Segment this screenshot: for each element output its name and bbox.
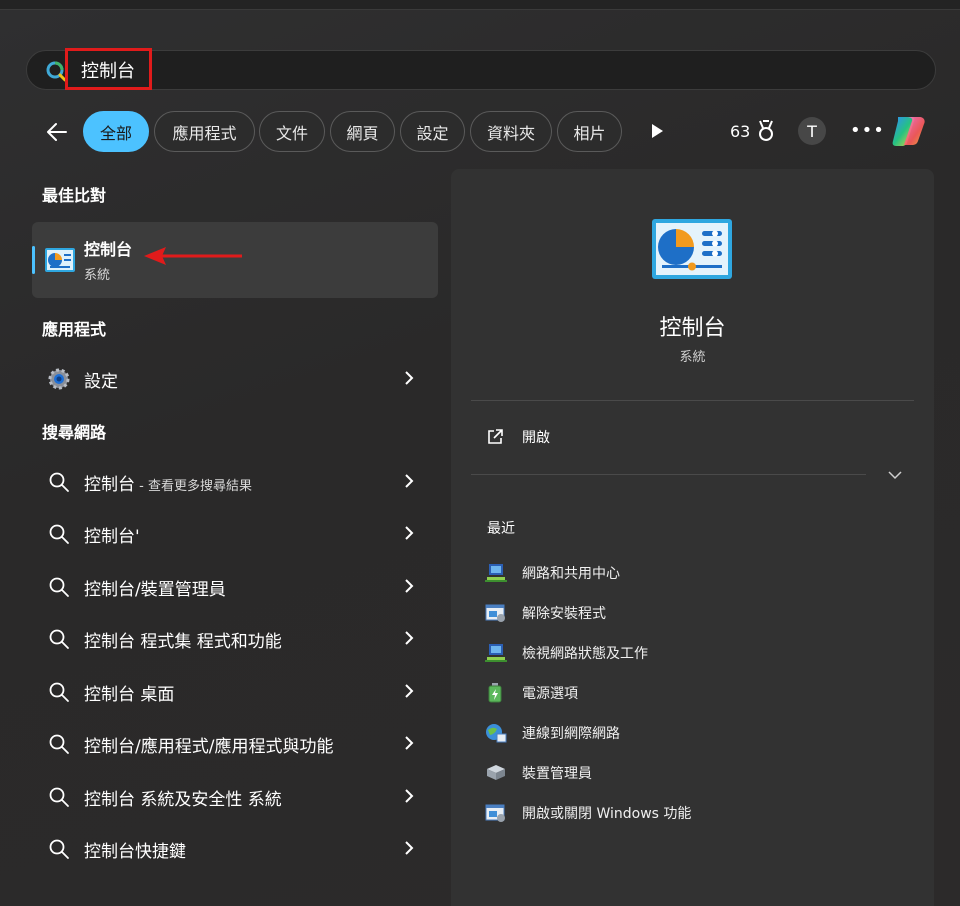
web-result-label: 控制台 程式集 程式和功能 bbox=[84, 632, 282, 652]
chevron-right-icon[interactable] bbox=[404, 370, 414, 386]
chevron-right-icon[interactable] bbox=[404, 788, 414, 804]
detail-panel bbox=[451, 169, 934, 906]
window-top-strip bbox=[0, 0, 960, 10]
recent-item-label: 開啟或關閉 Windows 功能 bbox=[522, 806, 692, 822]
avatar[interactable]: T bbox=[798, 117, 826, 145]
tab-settings[interactable]: 設定 bbox=[400, 111, 465, 152]
chevron-right-icon[interactable] bbox=[404, 525, 414, 541]
control-panel-icon bbox=[652, 219, 732, 279]
globe-icon bbox=[486, 724, 507, 743]
tab-apps[interactable]: 應用程式 bbox=[154, 111, 255, 152]
recent-item[interactable]: 裝置管理員 bbox=[485, 761, 905, 785]
recent-item[interactable]: 電源選項 bbox=[485, 681, 905, 705]
network-icon bbox=[485, 564, 507, 582]
search-bar[interactable] bbox=[26, 50, 936, 90]
web-result-7[interactable]: 控制台快捷鍵 bbox=[32, 826, 438, 870]
rewards-medal-icon[interactable] bbox=[756, 120, 776, 142]
copilot-icon[interactable] bbox=[890, 113, 928, 149]
web-result-1[interactable]: 控制台' bbox=[32, 511, 438, 555]
search-icon bbox=[49, 839, 69, 859]
programs-icon bbox=[485, 804, 505, 822]
search-icon bbox=[49, 682, 69, 702]
gear-icon bbox=[48, 368, 70, 390]
tab-documents[interactable]: 文件 bbox=[259, 111, 325, 152]
web-result-6[interactable]: 控制台 系統及安全性 系統 bbox=[32, 774, 438, 818]
recent-item[interactable]: 連線到網際網路 bbox=[485, 721, 905, 745]
divider bbox=[471, 400, 914, 401]
web-result-label: 控制台 桌面 bbox=[84, 685, 175, 705]
back-arrow-icon[interactable] bbox=[44, 119, 70, 145]
web-result-0[interactable]: 控制台 - 查看更多搜尋結果 bbox=[32, 459, 438, 503]
search-icon bbox=[49, 524, 69, 544]
chevron-right-icon[interactable] bbox=[404, 578, 414, 594]
search-icon bbox=[49, 734, 69, 754]
recent-item-label: 裝置管理員 bbox=[522, 766, 592, 782]
tab-all[interactable]: 全部 bbox=[83, 111, 149, 152]
tab-web[interactable]: 網頁 bbox=[330, 111, 395, 152]
programs-icon bbox=[485, 604, 505, 622]
web-result-label: 控制台' bbox=[84, 527, 140, 547]
web-result-label: 控制台 - 查看更多搜尋結果 bbox=[84, 475, 252, 495]
search-icon bbox=[49, 787, 69, 807]
web-result-3[interactable]: 控制台 程式集 程式和功能 bbox=[32, 616, 438, 660]
web-result-label: 控制台快捷鍵 bbox=[84, 842, 186, 862]
chevron-right-icon[interactable] bbox=[404, 473, 414, 489]
recent-item-label: 電源選項 bbox=[522, 686, 578, 702]
recent-item[interactable]: 檢視網路狀態及工作 bbox=[485, 641, 905, 665]
tab-folders[interactable]: 資料夾 bbox=[470, 111, 552, 152]
app-result-settings[interactable]: 設定 bbox=[32, 356, 438, 400]
web-result-suffix: - 查看更多搜尋結果 bbox=[135, 479, 252, 494]
detail-subtitle: 系統 bbox=[679, 350, 706, 365]
web-result-label: 控制台/裝置管理員 bbox=[84, 580, 226, 600]
best-match-subtitle: 系統 bbox=[84, 268, 111, 283]
control-panel-icon bbox=[45, 248, 75, 272]
recent-item-label: 連線到網際網路 bbox=[522, 726, 620, 742]
recent-item-label: 檢視網路狀態及工作 bbox=[522, 646, 648, 662]
detail-title: 控制台 bbox=[659, 316, 726, 341]
tab-photos[interactable]: 相片 bbox=[557, 111, 622, 152]
search-icon bbox=[49, 577, 69, 597]
chevron-right-icon[interactable] bbox=[404, 735, 414, 751]
recent-item-label: 網路和共用中心 bbox=[522, 566, 620, 582]
chevron-right-icon[interactable] bbox=[404, 630, 414, 646]
more-options-icon[interactable]: ••• bbox=[850, 120, 884, 141]
app-result-label: 設定 bbox=[84, 372, 118, 392]
best-match-title: 控制台 bbox=[84, 240, 133, 259]
search-icon bbox=[49, 629, 69, 649]
search-input[interactable]: 控制台 bbox=[81, 57, 135, 83]
chevron-down-icon[interactable] bbox=[888, 470, 902, 480]
chevron-right-icon[interactable] bbox=[404, 683, 414, 699]
recent-heading: 最近 bbox=[487, 521, 515, 537]
device-manager-icon bbox=[487, 765, 505, 780]
network-icon bbox=[485, 644, 507, 662]
recent-item[interactable]: 網路和共用中心 bbox=[485, 561, 905, 585]
best-match-heading: 最佳比對 bbox=[42, 186, 107, 205]
battery-icon bbox=[488, 683, 502, 703]
search-icon bbox=[49, 472, 69, 492]
recent-item[interactable]: 解除安裝程式 bbox=[485, 601, 905, 625]
search-icon bbox=[46, 61, 67, 82]
red-annotation-arrow bbox=[144, 247, 242, 265]
web-search-heading: 搜尋網路 bbox=[42, 423, 107, 442]
web-result-label: 控制台 系統及安全性 系統 bbox=[84, 790, 282, 810]
open-external-icon bbox=[488, 429, 503, 444]
recent-item[interactable]: 開啟或關閉 Windows 功能 bbox=[485, 801, 905, 825]
chevron-right-icon[interactable] bbox=[404, 840, 414, 856]
play-more-filters-icon[interactable] bbox=[649, 123, 665, 139]
divider bbox=[471, 474, 866, 475]
rewards-points: 63 bbox=[730, 122, 751, 141]
web-result-2[interactable]: 控制台/裝置管理員 bbox=[32, 564, 438, 608]
selection-accent bbox=[32, 246, 35, 274]
recent-item-label: 解除安裝程式 bbox=[522, 606, 606, 622]
web-result-5[interactable]: 控制台/應用程式/應用程式與功能 bbox=[32, 721, 438, 765]
apps-heading: 應用程式 bbox=[42, 320, 107, 339]
web-result-4[interactable]: 控制台 桌面 bbox=[32, 669, 438, 713]
web-result-label: 控制台/應用程式/應用程式與功能 bbox=[84, 737, 334, 757]
open-action[interactable]: 開啟 bbox=[522, 427, 550, 447]
